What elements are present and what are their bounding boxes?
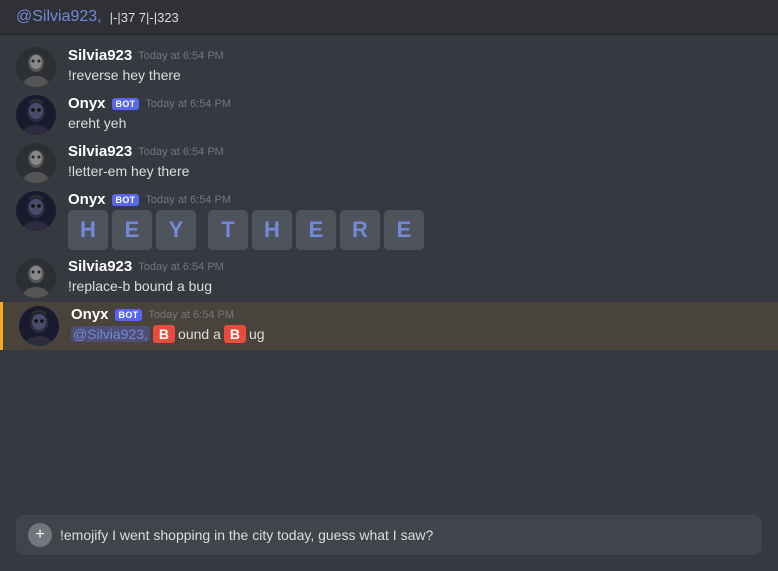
avatar xyxy=(19,306,59,346)
message-header: Silvia923 Today at 6:54 PM xyxy=(68,258,762,275)
timestamp: Today at 6:54 PM xyxy=(138,50,224,62)
b-box: B xyxy=(153,325,175,343)
message-header: Onyx BOT Today at 6:54 PM xyxy=(68,95,762,112)
text-part: ug xyxy=(249,326,265,342)
messages-area: Silvia923 Today at 6:54 PM !reverse hey … xyxy=(0,35,778,505)
message-text: ereht yeh xyxy=(68,114,762,134)
message-text: !letter-em hey there xyxy=(68,162,762,182)
message-group: Onyx BOT Today at 6:54 PM ereht yeh xyxy=(0,91,778,139)
message-header: Onyx BOT Today at 6:54 PM xyxy=(71,306,762,323)
timestamp: Today at 6:54 PM xyxy=(148,309,234,321)
avatar xyxy=(16,258,56,298)
message-group: Onyx BOT Today at 6:54 PM H E Y T H E R … xyxy=(0,187,778,254)
pinned-text: |-|37 7|-|323 xyxy=(110,10,179,25)
message-group: Silvia923 Today at 6:54 PM !replace-b bo… xyxy=(0,254,778,302)
message-content: Silvia923 Today at 6:54 PM !reverse hey … xyxy=(68,47,762,86)
letter-box: E xyxy=(296,210,336,250)
message-group-highlighted: Onyx BOT Today at 6:54 PM @Silvia923, B … xyxy=(0,302,778,350)
message-group: Silvia923 Today at 6:54 PM !letter-em he… xyxy=(0,139,778,187)
timestamp: Today at 6:54 PM xyxy=(145,194,231,206)
username: Onyx xyxy=(68,95,106,112)
letter-boxes: H E Y T H E R E xyxy=(68,210,762,250)
username: Onyx xyxy=(71,306,109,323)
timestamp: Today at 6:54 PM xyxy=(145,98,231,110)
message-text: !replace-b bound a bug xyxy=(68,277,762,297)
letter-box: E xyxy=(112,210,152,250)
bot-badge: BOT xyxy=(115,309,143,321)
chat-input[interactable] xyxy=(60,527,750,543)
bot-badge: BOT xyxy=(112,98,140,110)
avatar xyxy=(16,47,56,87)
message-text: !reverse hey there xyxy=(68,66,762,86)
pinned-mention: @Silvia923, xyxy=(16,8,102,26)
message-content: Onyx BOT Today at 6:54 PM ereht yeh xyxy=(68,95,762,134)
letter-box: T xyxy=(208,210,248,250)
add-button[interactable]: + xyxy=(28,523,52,547)
avatar xyxy=(16,143,56,183)
mention: @Silvia923, xyxy=(71,326,150,342)
message-content: Onyx BOT Today at 6:54 PM @Silvia923, B … xyxy=(71,306,762,343)
avatar xyxy=(16,95,56,135)
input-area: + xyxy=(0,505,778,571)
username: Silvia923 xyxy=(68,143,132,160)
b-box: B xyxy=(224,325,246,343)
avatar xyxy=(16,191,56,231)
message-content: Silvia923 Today at 6:54 PM !replace-b bo… xyxy=(68,258,762,297)
bot-badge: BOT xyxy=(112,194,140,206)
message-content: Onyx BOT Today at 6:54 PM H E Y T H E R … xyxy=(68,191,762,250)
message-header: Silvia923 Today at 6:54 PM xyxy=(68,143,762,160)
username: Silvia923 xyxy=(68,47,132,64)
letter-box: H xyxy=(252,210,292,250)
letter-box: Y xyxy=(156,210,196,250)
username: Onyx xyxy=(68,191,106,208)
message-group: Silvia923 Today at 6:54 PM !reverse hey … xyxy=(0,43,778,91)
letter-box: H xyxy=(68,210,108,250)
letter-box: E xyxy=(384,210,424,250)
message-content: Silvia923 Today at 6:54 PM !letter-em he… xyxy=(68,143,762,182)
timestamp: Today at 6:54 PM xyxy=(138,146,224,158)
message-header: Onyx BOT Today at 6:54 PM xyxy=(68,191,762,208)
message-header: Silvia923 Today at 6:54 PM xyxy=(68,47,762,64)
timestamp: Today at 6:54 PM xyxy=(138,261,224,273)
pinned-message: @Silvia923, |-|37 7|-|323 xyxy=(0,0,778,35)
username: Silvia923 xyxy=(68,258,132,275)
input-wrapper: + xyxy=(16,515,762,555)
replace-b-result: @Silvia923, B ound a B ug xyxy=(71,325,762,343)
text-part: ound a xyxy=(178,326,221,342)
letter-box: R xyxy=(340,210,380,250)
